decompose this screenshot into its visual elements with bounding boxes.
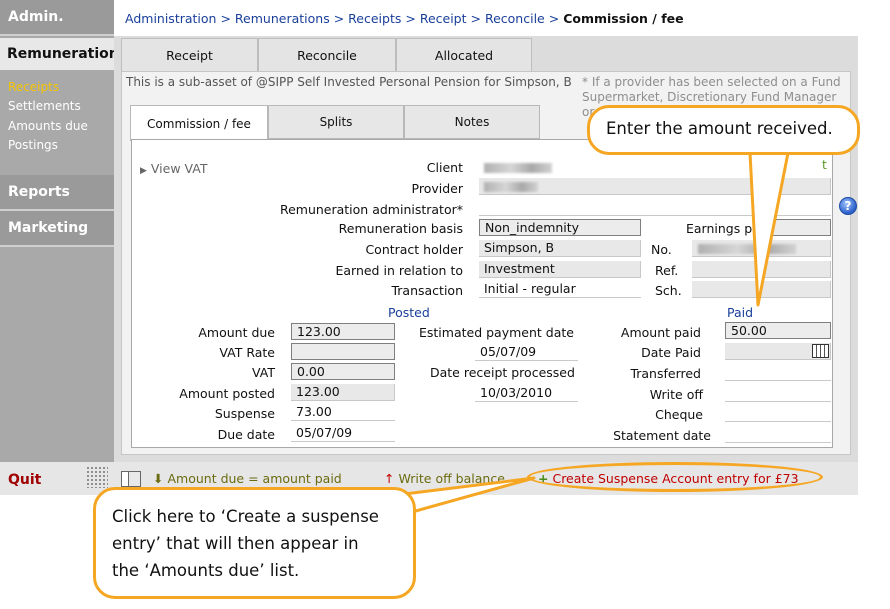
callout-pointer-amount xyxy=(748,151,790,307)
callout-suspense-line-3: the ‘Amounts due’ list. xyxy=(112,561,300,580)
callout-suspense-line-2: entry’ that will then appear in xyxy=(112,534,359,553)
callout-enter-amount-text: Enter the amount received. xyxy=(606,119,833,138)
callout-suspense-line-1: Click here to ‘Create a suspense xyxy=(112,507,379,526)
